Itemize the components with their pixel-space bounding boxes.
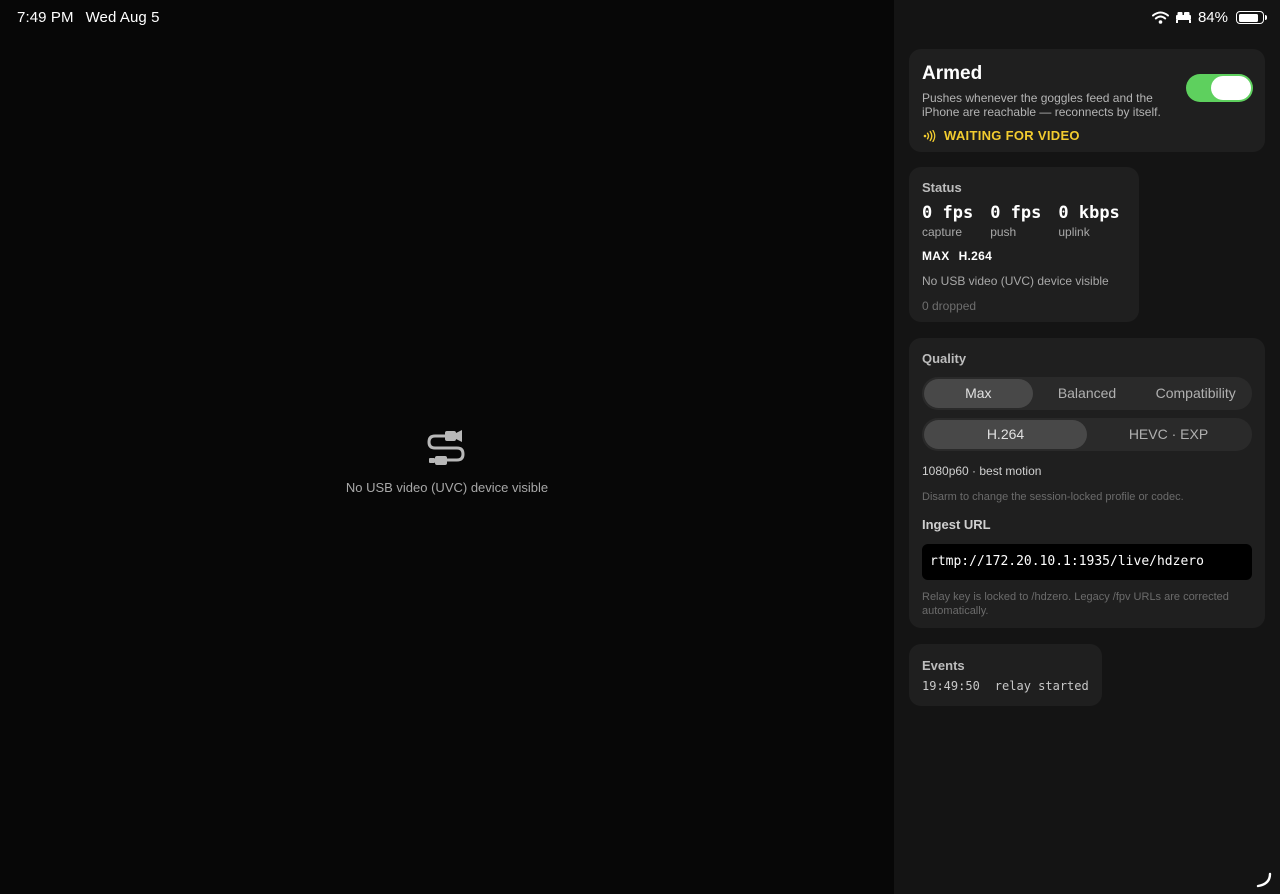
metric-label: capture	[922, 225, 963, 239]
dropped-count: 0 dropped	[922, 299, 977, 313]
profile-segmented-control: Max Balanced Compatibility	[922, 377, 1252, 410]
bed-icon	[1175, 12, 1191, 23]
status-bar-right: 84%	[1151, 9, 1267, 26]
events-title: Events	[922, 658, 965, 673]
armed-card: Armed Pushes whenever the goggles feed a…	[909, 49, 1265, 152]
quality-title: Quality	[922, 351, 967, 366]
metric-capture: 0 fps capture	[922, 203, 973, 239]
codec-option-h264[interactable]: H.264	[924, 420, 1087, 449]
toggle-knob	[1211, 76, 1251, 100]
armed-state: WAITING FOR VIDEO	[922, 128, 1252, 143]
codec-badge: H.264	[958, 249, 993, 263]
armed-state-label: WAITING FOR VIDEO	[944, 128, 1080, 143]
clock: 7:49 PM	[17, 9, 74, 26]
signal-waves-icon	[923, 129, 936, 142]
armed-toggle[interactable]	[1186, 74, 1253, 102]
metric-uplink: 0 kbps uplink	[1058, 203, 1119, 239]
battery-icon	[1236, 11, 1267, 24]
battery-percent: 84%	[1197, 9, 1228, 26]
profile-option-balanced[interactable]: Balanced	[1033, 379, 1142, 408]
status-card: Status 0 fps capture 0 fps push 0 kbps u…	[909, 167, 1139, 322]
armed-description: Pushes whenever the goggles feed and the…	[922, 91, 1161, 119]
metric-value: 0 kbps	[1058, 203, 1120, 223]
metrics-row: 0 fps capture 0 fps push 0 kbps uplink	[922, 203, 1126, 239]
resize-handle-icon[interactable]	[1256, 872, 1272, 888]
event-time: 19:49:50	[922, 679, 980, 693]
date: Wed Aug 5	[85, 9, 160, 26]
status-bar-left: 7:49 PM Wed Aug 5	[17, 9, 160, 26]
quality-hint: Disarm to change the session-locked prof…	[922, 491, 1184, 503]
event-row: 19:49:50 relay started	[922, 679, 1089, 693]
profile-option-compatibility[interactable]: Compatibility	[1141, 379, 1250, 408]
app-root: 7:49 PM Wed Aug 5 No USB video (UVC) dev…	[0, 0, 1280, 894]
event-text: relay started	[994, 679, 1089, 693]
status-message: No USB video (UVC) device visible	[922, 274, 1109, 288]
video-preview: 7:49 PM Wed Aug 5 No USB video (UVC) dev…	[0, 0, 894, 894]
metric-push: 0 fps push	[990, 203, 1041, 239]
profile-option-max[interactable]: Max	[924, 379, 1033, 408]
metric-label: uplink	[1058, 225, 1090, 239]
ingest-url-label: Ingest URL	[922, 517, 991, 532]
profile-badge: MAX	[922, 249, 950, 263]
metric-value: 0 fps	[990, 203, 1042, 223]
wifi-icon	[1151, 11, 1169, 24]
ingest-url-field[interactable]: rtmp://172.20.10.1:1935/live/hdzero	[922, 544, 1252, 580]
usb-video-icon	[427, 430, 465, 465]
metric-label: push	[990, 225, 1017, 239]
profile-line: MAX H.264	[922, 249, 1126, 263]
status-title: Status	[922, 180, 962, 195]
no-video-placeholder: No USB video (UVC) device visible	[300, 430, 594, 495]
metric-value: 0 fps	[922, 203, 974, 223]
no-video-message: No USB video (UVC) device visible	[345, 480, 549, 495]
quality-card: Quality Max Balanced Compatibility H.264…	[909, 338, 1265, 628]
codec-segmented-control: H.264 HEVC · EXP	[922, 418, 1252, 451]
ingest-url-note: Relay key is locked to /hdzero. Legacy /…	[922, 591, 1229, 617]
codec-option-hevc[interactable]: HEVC · EXP	[1087, 420, 1250, 449]
quality-note: 1080p60 · best motion	[922, 464, 1042, 478]
battery-fill	[1238, 13, 1258, 22]
events-card: Events 19:49:50 relay started	[909, 644, 1102, 706]
